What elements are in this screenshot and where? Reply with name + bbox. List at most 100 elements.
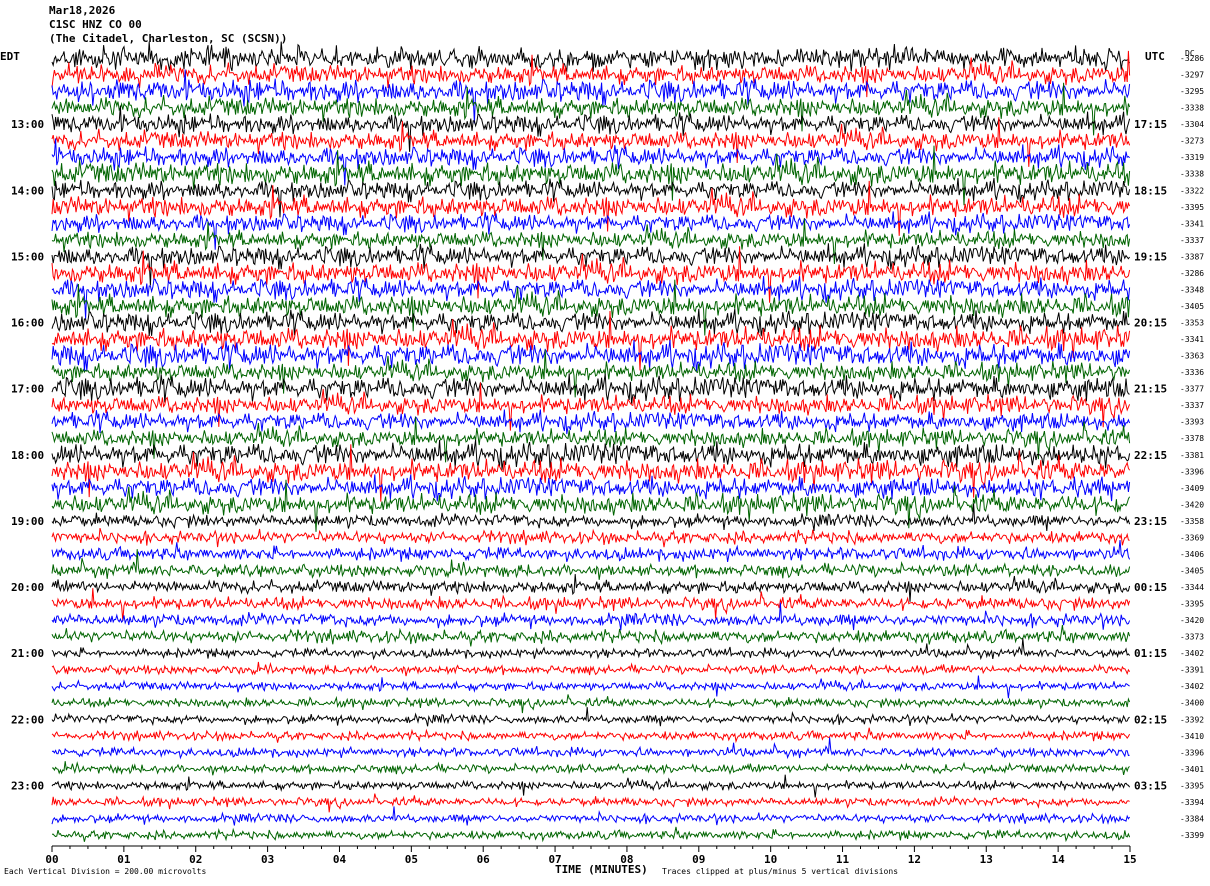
edt-hour-label: 19:00 [11, 515, 44, 528]
channel-label: C1SC HNZ CO 00 [49, 18, 142, 31]
dc-offset-value: -3353 [1180, 319, 1204, 328]
trace-line-black [51, 707, 1130, 727]
trace-line-blue [51, 737, 1130, 760]
dc-offset-value: -3341 [1180, 335, 1204, 344]
dc-offset-value: -3377 [1180, 385, 1204, 394]
trace-line-black [51, 638, 1130, 661]
x-tick-label: 14 [1052, 853, 1066, 866]
dc-offset-value: -3337 [1180, 236, 1204, 245]
trace-line-green [51, 549, 1131, 580]
dc-offset-value: -3409 [1180, 484, 1204, 493]
dc-offset-value: -3400 [1180, 699, 1204, 708]
utc-hour-label: 17:15 [1134, 118, 1167, 131]
plot-date: Mar18,2026 [49, 4, 116, 17]
utc-hour-label: 00:15 [1134, 581, 1167, 594]
x-tick-label: 10 [764, 853, 777, 866]
x-axis-title: TIME (MINUTES) [555, 863, 648, 876]
utc-hour-label: 20:15 [1134, 317, 1167, 330]
trace-line-black [51, 41, 1131, 73]
edt-hour-label: 20:00 [11, 581, 44, 594]
dc-offset-value: -3348 [1180, 285, 1204, 294]
dc-offset-value: -3402 [1180, 682, 1204, 691]
dc-label: DC [1185, 49, 1195, 58]
x-tick-label: 02 [189, 853, 202, 866]
dc-offset-value: -3358 [1180, 517, 1204, 526]
x-tick-label: 12 [908, 853, 921, 866]
dc-offset-value: -3373 [1180, 633, 1204, 642]
trace-line-black [51, 574, 1131, 602]
helicorder-plot: 00 01 02 03 04 05 06 07 08 09 10 11 12 13 14 15 13:0014… [11, 41, 1204, 866]
utc-hour-label: 01:15 [1134, 647, 1167, 660]
trace-line-blue [51, 806, 1131, 826]
edt-axis-label: EDT [0, 50, 20, 63]
dc-offset-value: -3420 [1180, 500, 1204, 509]
dc-offset-value: -3410 [1180, 732, 1204, 741]
trace-line-green [51, 826, 1131, 843]
utc-hour-label: 22:15 [1134, 449, 1167, 462]
edt-hour-label: 23:00 [11, 779, 44, 792]
dc-offset-value: -3394 [1180, 798, 1204, 807]
dc-offset-value: -3363 [1180, 352, 1204, 361]
trace-line-red [51, 117, 1131, 167]
dc-offset-value: -3378 [1180, 434, 1204, 443]
dc-offset-value: -3401 [1180, 765, 1204, 774]
dc-offset-value: -3395 [1180, 600, 1204, 609]
edt-hour-label: 21:00 [11, 647, 44, 660]
station-label: (The Citadel, Charleston, SC (SCSN)) [49, 32, 288, 45]
x-tick-label: 00 [45, 853, 58, 866]
trace-line-black [51, 439, 1131, 470]
trace-line-red [51, 661, 1131, 677]
dc-offset-value: -3395 [1180, 781, 1204, 790]
utc-hour-label: 19:15 [1134, 250, 1167, 263]
seismic-traces [51, 41, 1131, 843]
trace-line-green [52, 761, 1130, 776]
trace-line-black [51, 308, 1130, 337]
dc-offset-value: -3344 [1180, 583, 1204, 592]
dc-offset-value: -3297 [1180, 71, 1204, 80]
dc-offset-value: -3295 [1180, 87, 1204, 96]
dc-offset-value: -3387 [1180, 252, 1204, 261]
dc-offset-value: -3338 [1180, 104, 1204, 113]
edt-hour-label: 17:00 [11, 383, 44, 396]
x-tick-label: 15 [1123, 853, 1136, 866]
trace-line-blue [51, 339, 1131, 372]
utc-hour-label: 21:15 [1134, 383, 1167, 396]
dc-offset-value: -3393 [1180, 418, 1204, 427]
trace-line-green [51, 624, 1131, 647]
dc-offset-value: -3381 [1180, 451, 1204, 460]
dc-offset-value: -3384 [1180, 814, 1204, 823]
dc-offset-value: -3286 [1180, 269, 1204, 278]
trace-line-red [51, 727, 1131, 744]
utc-hour-label: 03:15 [1134, 779, 1167, 792]
trace-line-blue [51, 602, 1131, 631]
trace-line-blue [51, 474, 1131, 502]
dc-offset-value: -3336 [1180, 368, 1204, 377]
trace-line-red [51, 793, 1130, 813]
trace-line-red [51, 588, 1131, 621]
x-tick-label: 05 [405, 853, 418, 866]
dc-offset-value: -3395 [1180, 203, 1204, 212]
edt-hour-label: 13:00 [11, 118, 44, 131]
dc-offset-value: -3273 [1180, 137, 1204, 146]
x-tick-label: 11 [836, 853, 850, 866]
x-tick-label: 06 [477, 853, 491, 866]
utc-hour-label: 18:15 [1134, 184, 1167, 197]
x-tick-label: 04 [333, 853, 347, 866]
dc-offset-value: -3405 [1180, 566, 1204, 575]
trace-line-blue [51, 539, 1131, 562]
edt-hour-label: 16:00 [11, 317, 44, 330]
clipping-note: Traces clipped at plus/minus 5 vertical … [662, 867, 899, 876]
dc-offset-value: -3396 [1180, 467, 1204, 476]
utc-hour-labels: 17:15 18:15 19:15 20:15 21:15 22:15 23:15 00:15… [1134, 118, 1167, 792]
edt-hour-label: 22:00 [11, 713, 44, 726]
dc-offset-value: -3338 [1180, 170, 1204, 179]
utc-axis-label: UTC [1145, 50, 1165, 63]
dc-offset-value: -3304 [1180, 120, 1204, 129]
trace-line-black [51, 105, 1131, 152]
trace-line-blue [51, 276, 1131, 319]
trace-line-black [51, 774, 1131, 798]
dc-offset-value: -3405 [1180, 302, 1204, 311]
x-tick-label: 03 [261, 853, 274, 866]
edt-hour-labels: 13:00 14:00 15:00 16:00 17:00 18:00 19:00 20:00… [11, 118, 44, 792]
trace-line-black [51, 243, 1130, 286]
